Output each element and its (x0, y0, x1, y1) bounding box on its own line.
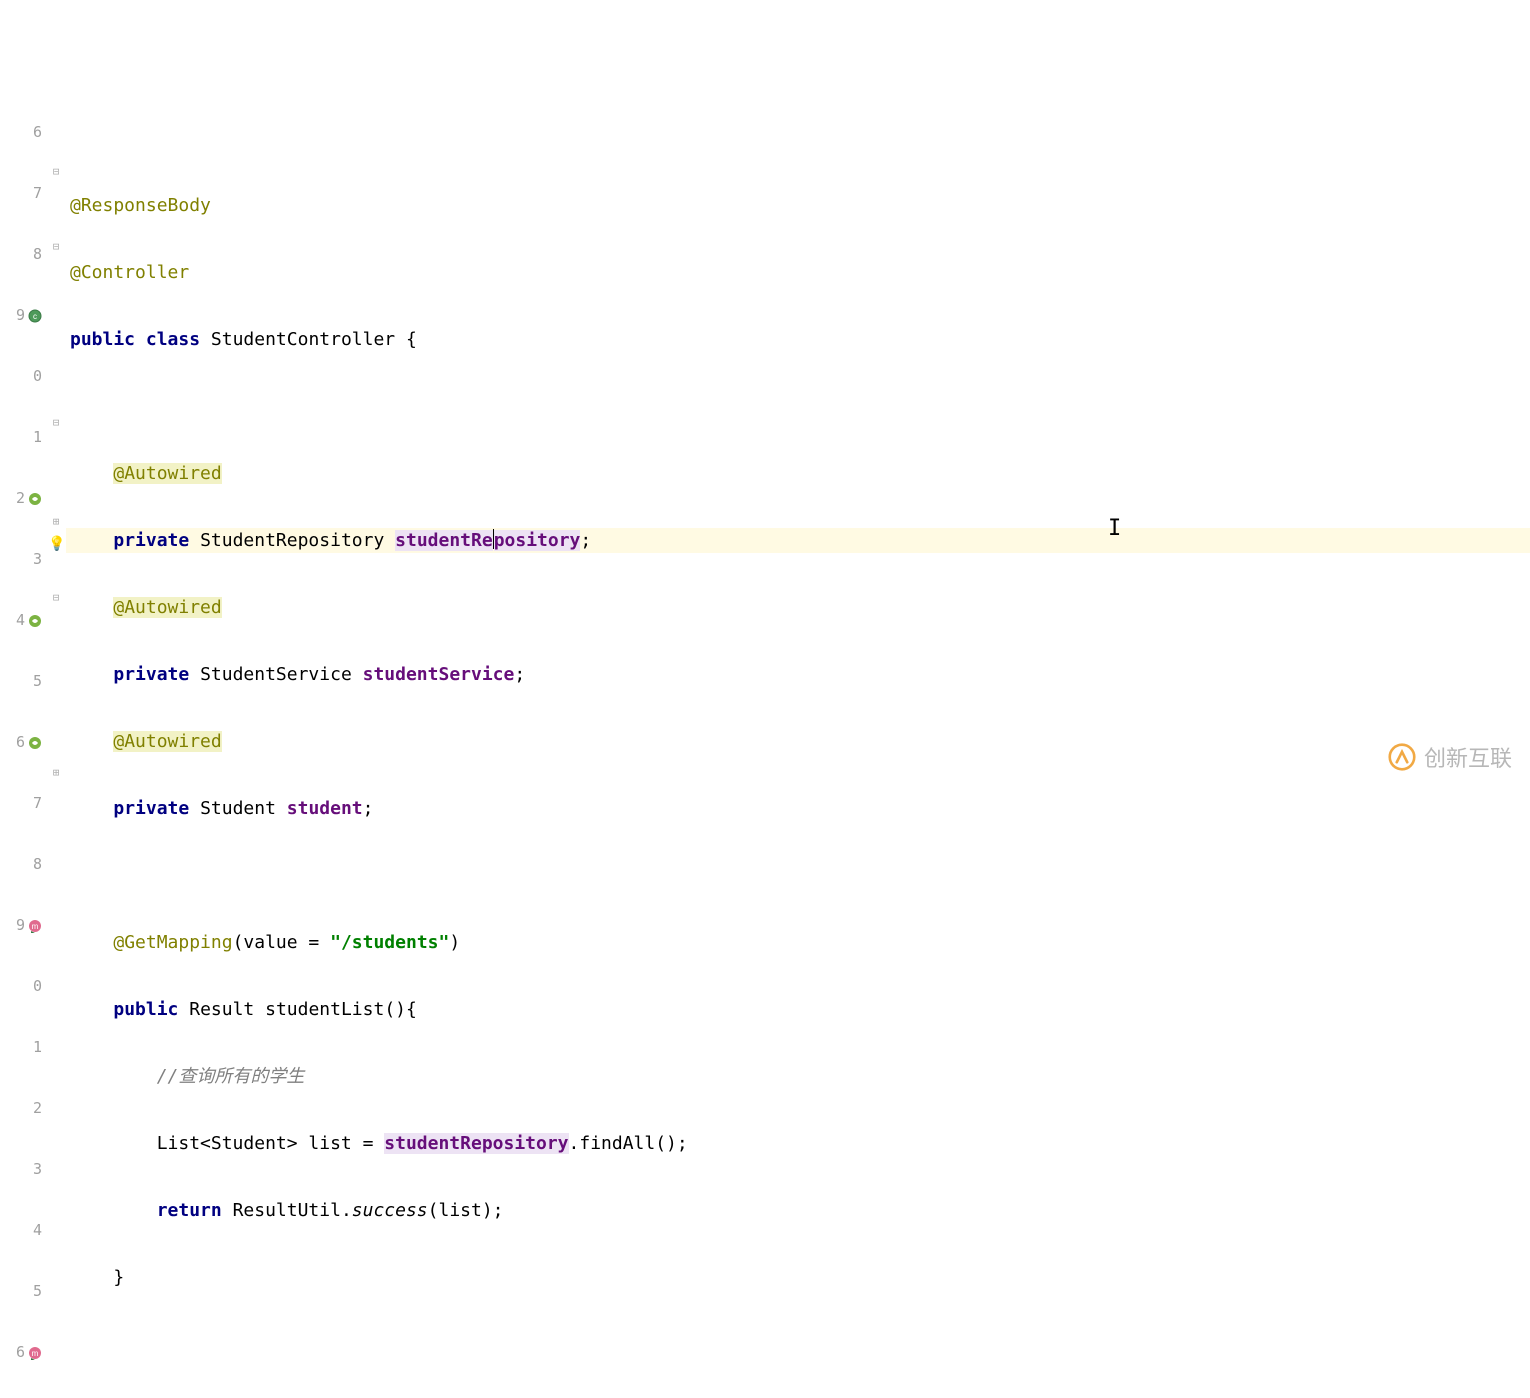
annotation: @Autowired (113, 597, 221, 618)
line-number[interactable]: 2 (0, 486, 48, 511)
svg-text:c: c (33, 312, 37, 321)
line-number[interactable]: 6 (0, 730, 48, 755)
class-icon[interactable]: c (28, 309, 42, 323)
line-number[interactable]: 6m (0, 1340, 48, 1365)
line-number[interactable]: 1 (0, 1035, 48, 1060)
line-number[interactable]: 7 (0, 791, 48, 816)
annotation: @Controller (70, 262, 189, 283)
fold-toggle-icon[interactable]: ⊟ (50, 592, 62, 604)
line-number[interactable]: 4 (0, 1218, 48, 1243)
bean-icon[interactable] (28, 492, 42, 506)
bean-icon[interactable] (28, 736, 42, 750)
intention-bulb-icon[interactable]: 💡 (48, 532, 65, 557)
line-number[interactable]: 8 (0, 852, 48, 877)
method-icon[interactable]: m (28, 1346, 42, 1360)
annotation: @GetMapping (113, 932, 232, 953)
annotation: @ResponseBody (70, 195, 211, 216)
line-number[interactable]: 1 (0, 425, 48, 450)
method-icon[interactable]: m (28, 919, 42, 933)
bean-icon[interactable] (28, 614, 42, 628)
fold-toggle-icon[interactable]: ⊟ (50, 166, 62, 178)
text-caret (493, 529, 494, 549)
line-number[interactable]: 0 (0, 364, 48, 389)
annotation: @Autowired (113, 463, 221, 484)
fold-toggle-icon[interactable]: ⊟ (50, 417, 62, 429)
field-highlight: studentRe (395, 530, 493, 551)
svg-text:m: m (32, 1349, 39, 1358)
line-number[interactable]: 8 (0, 242, 48, 267)
line-number[interactable]: 3 (0, 547, 48, 572)
line-number[interactable]: 4 (0, 608, 48, 633)
line-number[interactable]: 3 (0, 1157, 48, 1182)
line-number[interactable]: 2 (0, 1096, 48, 1121)
fold-toggle-icon[interactable]: ⊞ (50, 767, 62, 779)
code-text-area[interactable]: @ResponseBody @Controller public class S… (66, 84, 1530, 783)
svg-text:m: m (32, 922, 39, 931)
line-number[interactable]: 5 (0, 1279, 48, 1304)
line-number[interactable]: 0 (0, 974, 48, 999)
code-editor: 6 7 8 9c 0 1 2 3 4 5 6 7 8 9m 0 1 2 3 4 … (0, 84, 1530, 783)
fold-toggle-icon[interactable]: ⊟ (50, 241, 62, 253)
line-number[interactable]: 7 (0, 181, 48, 206)
line-number[interactable]: 9c (0, 303, 48, 328)
comment: //查询所有的学生 (157, 1066, 305, 1087)
line-number[interactable]: 6 (0, 120, 48, 145)
line-number[interactable]: 9m (0, 913, 48, 938)
line-number-gutter: 6 7 8 9c 0 1 2 3 4 5 6 7 8 9m 0 1 2 3 4 … (0, 84, 48, 783)
fold-column: ⊟ ⊟ ⊟ ⊞ ⊟ ⊞ (48, 84, 66, 783)
annotation: @Autowired (113, 731, 221, 752)
line-number[interactable]: 5 (0, 669, 48, 694)
fold-toggle-icon[interactable]: ⊞ (50, 516, 62, 528)
